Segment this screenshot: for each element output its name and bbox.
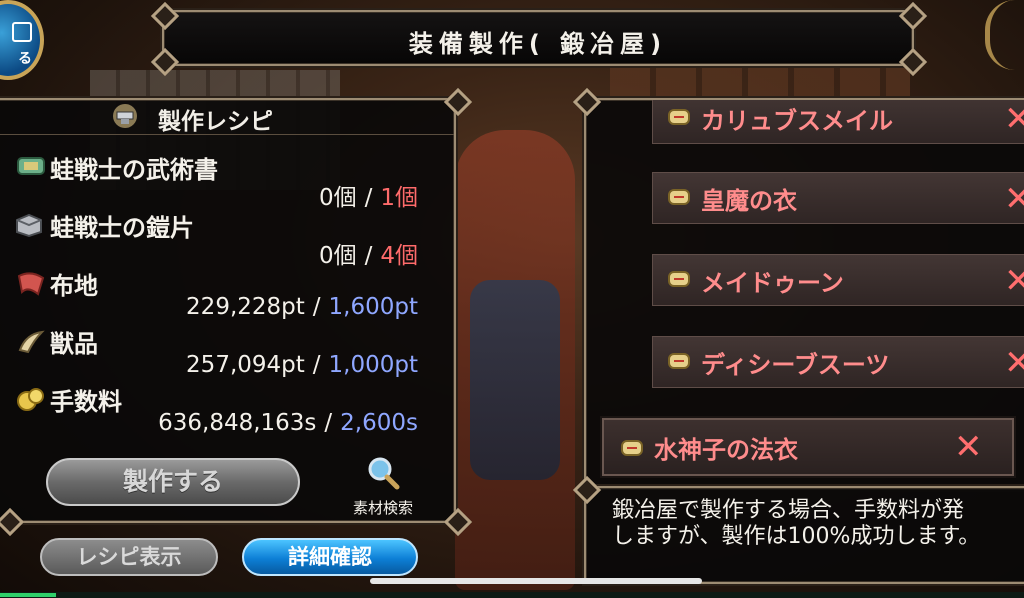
magnifier-icon bbox=[368, 457, 400, 490]
scroll-icon bbox=[621, 440, 643, 456]
description-line: 鍛冶屋で製作する場合、手数料が発 bbox=[612, 498, 965, 523]
list-item[interactable]: ディシーブスーツ bbox=[652, 336, 1024, 388]
material-name: 獣品 bbox=[50, 330, 98, 358]
material-have: 636,848,163s bbox=[158, 410, 317, 436]
scroll-icon bbox=[668, 353, 690, 369]
material-need: 1,000pt bbox=[328, 352, 418, 378]
recipe-panel: 製作レシピ 蛙戦士の武術書 0個 / 1個 蛙戦士の鎧片 0個 / 4個 布地 229,… bbox=[0, 98, 456, 523]
anvil-icon bbox=[113, 104, 137, 128]
list-item-label: メイドゥーン bbox=[701, 269, 844, 297]
title-bar: 装備製作( 鍛冶屋) bbox=[162, 10, 914, 66]
progress-fill bbox=[0, 593, 56, 597]
recipe-view-button[interactable]: レシピ表示 bbox=[40, 538, 218, 576]
material-have: 257,094pt bbox=[186, 352, 305, 378]
menu-round-button[interactable]: る bbox=[0, 0, 44, 80]
material-need: 4個 bbox=[380, 243, 418, 269]
recipe-header-title: 製作レシピ bbox=[158, 109, 273, 135]
material-name: 蛙戦士の武術書 bbox=[50, 156, 218, 184]
list-item[interactable]: メイドゥーン bbox=[652, 254, 1024, 306]
material-search-label: 素材検索 bbox=[352, 499, 413, 517]
quantity-separator: / bbox=[364, 243, 373, 269]
coins-icon bbox=[17, 388, 44, 411]
fang-icon bbox=[18, 330, 45, 354]
remove-button[interactable]: ✕ bbox=[1004, 346, 1024, 380]
menu-glyph-icon bbox=[12, 22, 32, 42]
material-quantity: 0個 / 1個 bbox=[319, 178, 418, 212]
recipe-header: 製作レシピ bbox=[0, 100, 454, 135]
material-name: 布地 bbox=[50, 272, 98, 300]
material-quantity: 0個 / 4個 bbox=[319, 236, 418, 270]
remove-button[interactable]: ✕ bbox=[1004, 182, 1024, 216]
corner-ornament bbox=[985, 0, 1024, 70]
list-item[interactable]: カリュブスメイル bbox=[652, 100, 1024, 144]
scroll-icon bbox=[668, 271, 690, 287]
list-item-label: 皇魔の衣 bbox=[701, 187, 797, 215]
remove-button[interactable]: ✕ bbox=[1004, 102, 1024, 136]
material-quantity: 257,094pt / 1,000pt bbox=[186, 352, 418, 378]
description-panel: 鍛冶屋で製作する場合、手数料が発 しますが、製作は100%成功します。 bbox=[584, 486, 1024, 584]
material-name: 蛙戦士の鎧片 bbox=[50, 214, 194, 242]
list-item-label: ディシーブスーツ bbox=[701, 351, 890, 379]
material-have: 0個 bbox=[318, 185, 357, 211]
menu-round-button-label: る bbox=[18, 51, 32, 67]
character-body bbox=[470, 280, 560, 480]
material-quantity: 229,228pt / 1,600pt bbox=[186, 294, 418, 320]
list-item-label: 水神子の法衣 bbox=[654, 436, 798, 464]
description-text: 鍛冶屋で製作する場合、手数料が発 しますが、製作は100%成功します。 bbox=[612, 498, 980, 550]
quantity-separator: / bbox=[312, 352, 321, 378]
remove-button[interactable]: ✕ bbox=[1004, 264, 1024, 298]
material-need: 1,600pt bbox=[328, 294, 418, 320]
scroll-icon bbox=[668, 189, 690, 205]
cloth-icon bbox=[17, 272, 45, 296]
material-quantity: 636,848,163s / 2,600s bbox=[158, 410, 418, 436]
list-item-label: カリュブスメイル bbox=[701, 107, 893, 135]
detail-button[interactable]: 詳細確認 bbox=[242, 538, 418, 576]
description-line: しますが、製作は100%成功します。 bbox=[612, 524, 981, 549]
selected-list-item[interactable]: 水神子の法衣 ✕ bbox=[602, 418, 1014, 476]
material-have: 0個 bbox=[318, 243, 357, 269]
home-indicator[interactable] bbox=[370, 578, 702, 584]
material-search-button[interactable]: 素材検索 bbox=[328, 455, 438, 518]
material-need: 2,600s bbox=[340, 410, 418, 436]
armor-piece-icon bbox=[16, 213, 42, 238]
material-need: 1個 bbox=[380, 185, 418, 211]
list-item[interactable]: 皇魔の衣 bbox=[652, 172, 1024, 224]
bottom-strip bbox=[0, 592, 1024, 598]
remove-button[interactable]: ✕ bbox=[954, 430, 983, 464]
quantity-separator: / bbox=[364, 185, 373, 211]
make-button[interactable]: 製作する bbox=[46, 458, 300, 506]
material-name: 手数料 bbox=[50, 388, 122, 416]
material-have: 229,228pt bbox=[186, 294, 305, 320]
book-icon bbox=[17, 157, 45, 175]
quantity-separator: / bbox=[324, 410, 333, 436]
scroll-icon bbox=[668, 109, 690, 125]
quantity-separator: / bbox=[312, 294, 321, 320]
page-title: 装備製作( 鍛冶屋) bbox=[408, 30, 668, 58]
